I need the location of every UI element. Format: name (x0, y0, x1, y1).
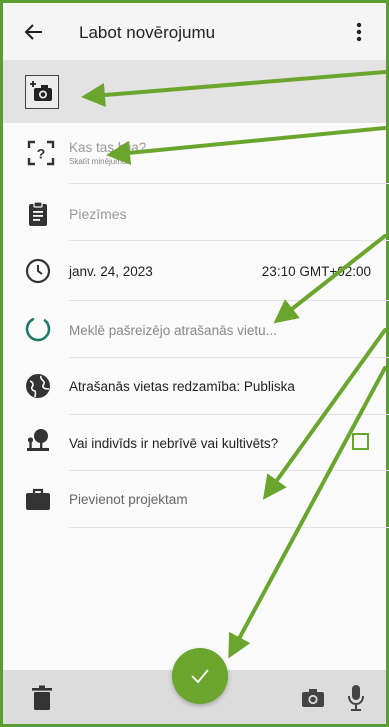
delete-button[interactable] (29, 684, 55, 712)
clock-icon (25, 258, 51, 284)
camera-icon (302, 689, 324, 707)
divider (69, 414, 389, 415)
species-scan-icon: ? (27, 140, 55, 166)
date-field[interactable]: janv. 24, 2023 (69, 264, 153, 279)
add-photo-icon (30, 81, 52, 101)
clipboard-icon (29, 201, 47, 226)
visibility-field[interactable]: Atrašanās vietas redzamība: Publiska (69, 379, 295, 394)
view-suggestions-link[interactable]: Skatīt minējumus (69, 157, 130, 166)
notes-input[interactable]: Piezīmes (69, 206, 127, 222)
loading-spinner-icon (25, 317, 51, 342)
camera-button[interactable] (300, 686, 326, 710)
species-input[interactable]: Kas tas bija? (69, 140, 146, 155)
photo-strip (3, 61, 386, 123)
back-button[interactable] (19, 17, 49, 47)
save-button[interactable] (172, 648, 228, 704)
location-field[interactable]: Meklē pašreizējo atrašanās vietu... (69, 323, 277, 338)
captive-label: Vai indivīds ir nebrīvē vai kultivēts? (69, 436, 279, 451)
overflow-menu-button[interactable] (344, 17, 374, 47)
briefcase-icon (26, 488, 50, 510)
svg-text:?: ? (37, 146, 46, 162)
captive-plant-icon (27, 429, 49, 451)
microphone-button[interactable] (346, 683, 366, 713)
divider (69, 300, 389, 301)
more-vert-icon (356, 22, 362, 42)
divider (69, 470, 389, 471)
trash-icon (32, 685, 52, 710)
app-bar: Labot novērojumu (3, 3, 386, 61)
divider (69, 183, 389, 184)
species-row[interactable]: ? (3, 123, 386, 183)
divider (69, 240, 389, 241)
checkmark-icon (191, 669, 209, 684)
captive-checkbox[interactable] (352, 433, 369, 450)
add-photo-button[interactable] (25, 75, 59, 109)
divider (69, 357, 389, 358)
time-field[interactable]: 23:10 GMT+02:00 (262, 264, 371, 279)
globe-icon (26, 374, 50, 398)
arrow-back-icon (24, 24, 42, 40)
project-field[interactable]: Pievienot projektam (69, 492, 188, 507)
page-title: Labot novērojumu (79, 23, 216, 42)
microphone-icon (348, 685, 364, 711)
divider (69, 527, 389, 528)
